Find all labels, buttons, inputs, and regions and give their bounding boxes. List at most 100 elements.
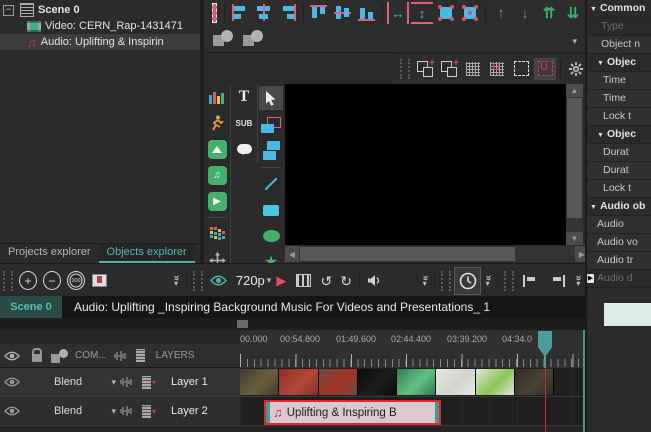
layer2-waveform-icon[interactable] (120, 405, 134, 417)
video-thumbnail[interactable] (318, 369, 358, 395)
space-horizontal-icon[interactable]: ↔ (387, 2, 409, 24)
layer-row-1[interactable]: Blend ▾ ▾ Layer 1 (0, 368, 583, 396)
same-size-icon[interactable] (435, 2, 457, 24)
frame-preview-icon[interactable] (91, 274, 108, 287)
scroll-up-icon[interactable]: ▲ (566, 84, 583, 97)
layer-row-2[interactable]: Blend ▾ ▾ Layer 2 ♫ Uplifting & Inspirin… (0, 396, 583, 426)
property-row-audio-ob[interactable]: ▼ Audio ob (587, 198, 651, 216)
mini-scroll-thumb[interactable] (237, 320, 248, 328)
scroll-right-mini-icon[interactable]: ▶ (587, 274, 594, 283)
playback-overflow-icon[interactable]: » ▾ (420, 275, 431, 287)
property-row-audio-d[interactable]: ▶ Audio d (587, 270, 651, 288)
layer1-layer-icon[interactable] (142, 375, 151, 389)
property-row-type[interactable]: Type (587, 18, 651, 36)
align-right-icon[interactable] (277, 2, 299, 24)
scroll-left-icon[interactable]: ◀ (285, 246, 299, 262)
property-row-objec[interactable]: ▼ Objec (587, 54, 651, 72)
preview-canvas[interactable] (285, 84, 566, 245)
video-thumbnail[interactable] (436, 369, 476, 395)
toolbar-overflow-icon[interactable]: ▾ (572, 36, 577, 47)
toolbar-grip[interactable] (400, 58, 410, 79)
tab-projects-explorer[interactable]: Projects explorer (0, 244, 99, 263)
snap-bounds-icon[interactable]: U (534, 57, 556, 80)
tooltip-tool-icon[interactable] (233, 138, 255, 160)
duplicate-shapes-icon[interactable] (260, 140, 282, 162)
property-row-time[interactable]: Time (587, 72, 651, 90)
text-tool-icon[interactable]: T (233, 86, 255, 108)
video-thumbnail[interactable] (514, 369, 554, 395)
toolbar-grip[interactable] (441, 270, 452, 291)
property-row-lock-t[interactable]: Lock t (587, 108, 651, 126)
rectangle-tool-icon[interactable] (260, 199, 282, 221)
video-clip-strip[interactable] (240, 369, 554, 395)
property-row-durat[interactable]: Durat (587, 162, 651, 180)
property-row-object-n[interactable]: Object n (587, 36, 651, 54)
toolbar-grip[interactable] (192, 270, 203, 291)
equalizer-tool-icon[interactable] (206, 223, 228, 245)
loop-back-icon[interactable]: ↺ (320, 274, 332, 288)
move-bottom-icon[interactable]: ⇊ (562, 2, 584, 24)
group-expand-icon[interactable]: ▼ (590, 6, 597, 13)
resolution-dropdown-icon[interactable]: ▾ (267, 275, 272, 286)
clip-start-marker-icon[interactable] (523, 274, 538, 287)
video-tool-icon[interactable]: ▶ (206, 190, 228, 212)
speaker-icon[interactable] (367, 274, 382, 287)
horizontal-scroll-thumb[interactable] (300, 247, 515, 261)
layer1-waveform-icon[interactable] (120, 376, 134, 388)
lock-column-icon[interactable] (32, 348, 42, 362)
property-row-lock-t[interactable]: Lock t (587, 180, 651, 198)
ungroup-objects-icon[interactable] (241, 27, 265, 51)
group-objects-icon[interactable] (211, 27, 235, 51)
layer1-visibility-eye-icon[interactable] (4, 377, 20, 387)
zoom-100-icon[interactable]: 100 (66, 271, 85, 290)
video-thumbnail[interactable] (279, 369, 319, 395)
tree-item-video[interactable]: Video: CERN_Rap-1431471 (0, 18, 200, 34)
collapse-icon[interactable]: − (3, 4, 14, 16)
property-row-objec[interactable]: ▼ Objec (587, 126, 651, 144)
layer2-options-icon[interactable]: ▾ (152, 407, 156, 416)
add-group-icon[interactable]: + (414, 58, 436, 80)
preview-vertical-scrollbar[interactable]: ▲ ▼ (566, 84, 583, 245)
align-left-icon[interactable] (229, 2, 251, 24)
subtitle-tool-icon[interactable]: SUB (233, 112, 255, 134)
align-top-icon[interactable] (308, 2, 330, 24)
property-row-audio-tr[interactable]: Audio tr (587, 252, 651, 270)
play-icon[interactable]: ▶ (276, 273, 286, 289)
zoom-in-icon[interactable]: + (19, 271, 37, 290)
layer-column-icon[interactable] (135, 349, 145, 362)
toolbar-grip[interactable] (504, 270, 515, 291)
zoom-out-icon[interactable]: − (42, 271, 61, 290)
space-vertical-icon[interactable]: ↕ (411, 2, 433, 24)
line-tool-icon[interactable] (260, 173, 282, 195)
time-overflow-icon[interactable]: » ▾ (483, 275, 494, 287)
preview-horizontal-scrollbar[interactable]: ◀ ▶ (285, 246, 589, 262)
preview-eye-icon[interactable] (209, 275, 227, 286)
visibility-column-eye-icon[interactable] (4, 351, 20, 361)
video-thumbnail[interactable] (357, 369, 397, 395)
audio-clip-selected[interactable]: ♫ Uplifting & Inspiring B (264, 400, 441, 425)
property-row-audio[interactable]: Audio (587, 216, 651, 234)
render-preview-icon[interactable] (296, 274, 312, 287)
layer2-layer-icon[interactable] (142, 404, 151, 418)
group-expand-icon[interactable]: ▼ (590, 204, 597, 211)
video-thumbnail[interactable] (475, 369, 515, 395)
tree-item-audio[interactable]: ♫ Audio: Uplifting & Inspirin (0, 34, 200, 50)
chart-tool-icon[interactable] (206, 86, 228, 108)
selection-rect-icon[interactable] (211, 2, 218, 24)
timeline-ruler[interactable]: 00.000 00:54.800 01:49.600 02:44.400 03:39.2… (240, 330, 583, 369)
layer2-blend-select[interactable]: Blend ▾ (54, 405, 116, 417)
animation-tool-icon[interactable] (206, 112, 228, 134)
layer1-track[interactable] (240, 368, 583, 396)
property-row-common[interactable]: ▼ Common (587, 0, 651, 18)
toolbar-grip[interactable] (3, 270, 13, 291)
property-value-field[interactable] (604, 303, 651, 326)
scroll-down-icon[interactable]: ▼ (566, 232, 583, 245)
select-tool-icon[interactable] (259, 86, 283, 110)
layer2-name[interactable]: Layer 2 (171, 405, 208, 417)
fit-size-icon[interactable] (459, 2, 481, 24)
move-down-icon[interactable]: ↓ (514, 2, 536, 24)
ellipse-tool-icon[interactable] (260, 225, 282, 247)
gear-icon[interactable] (565, 58, 587, 80)
video-thumbnail[interactable] (240, 369, 280, 395)
audio-tool-icon[interactable]: ♫ (206, 164, 228, 186)
